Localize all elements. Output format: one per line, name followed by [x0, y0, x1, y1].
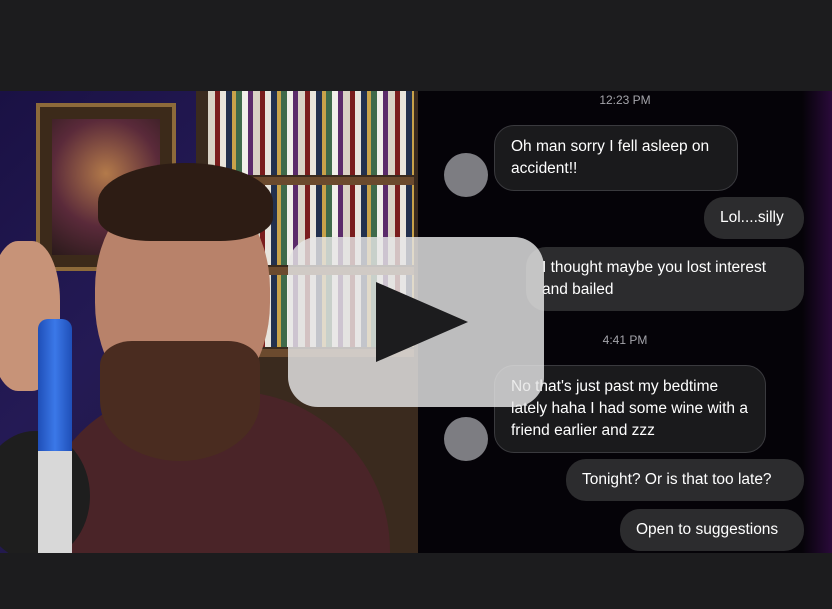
play-icon[interactable]: [376, 282, 468, 362]
outgoing-message: Tonight? Or is that too late?: [566, 459, 804, 501]
person-hair: [98, 163, 273, 241]
marker-label: [38, 451, 72, 553]
chat-edge-glow: [802, 91, 832, 553]
outgoing-message: I thought maybe you lost interest and ba…: [526, 247, 804, 311]
top-letterbox: [0, 0, 832, 91]
incoming-message: Oh man sorry I fell asleep on accident!!: [494, 125, 738, 191]
person-beard: [100, 341, 260, 461]
chat-timestamp: 12:23 PM: [599, 93, 651, 107]
contact-avatar: [444, 417, 488, 461]
book-row: [208, 91, 414, 175]
contact-avatar: [444, 153, 488, 197]
outgoing-message: Open to suggestions: [620, 509, 804, 551]
outgoing-message: Lol....silly: [704, 197, 804, 239]
bottom-letterbox: [0, 553, 832, 609]
